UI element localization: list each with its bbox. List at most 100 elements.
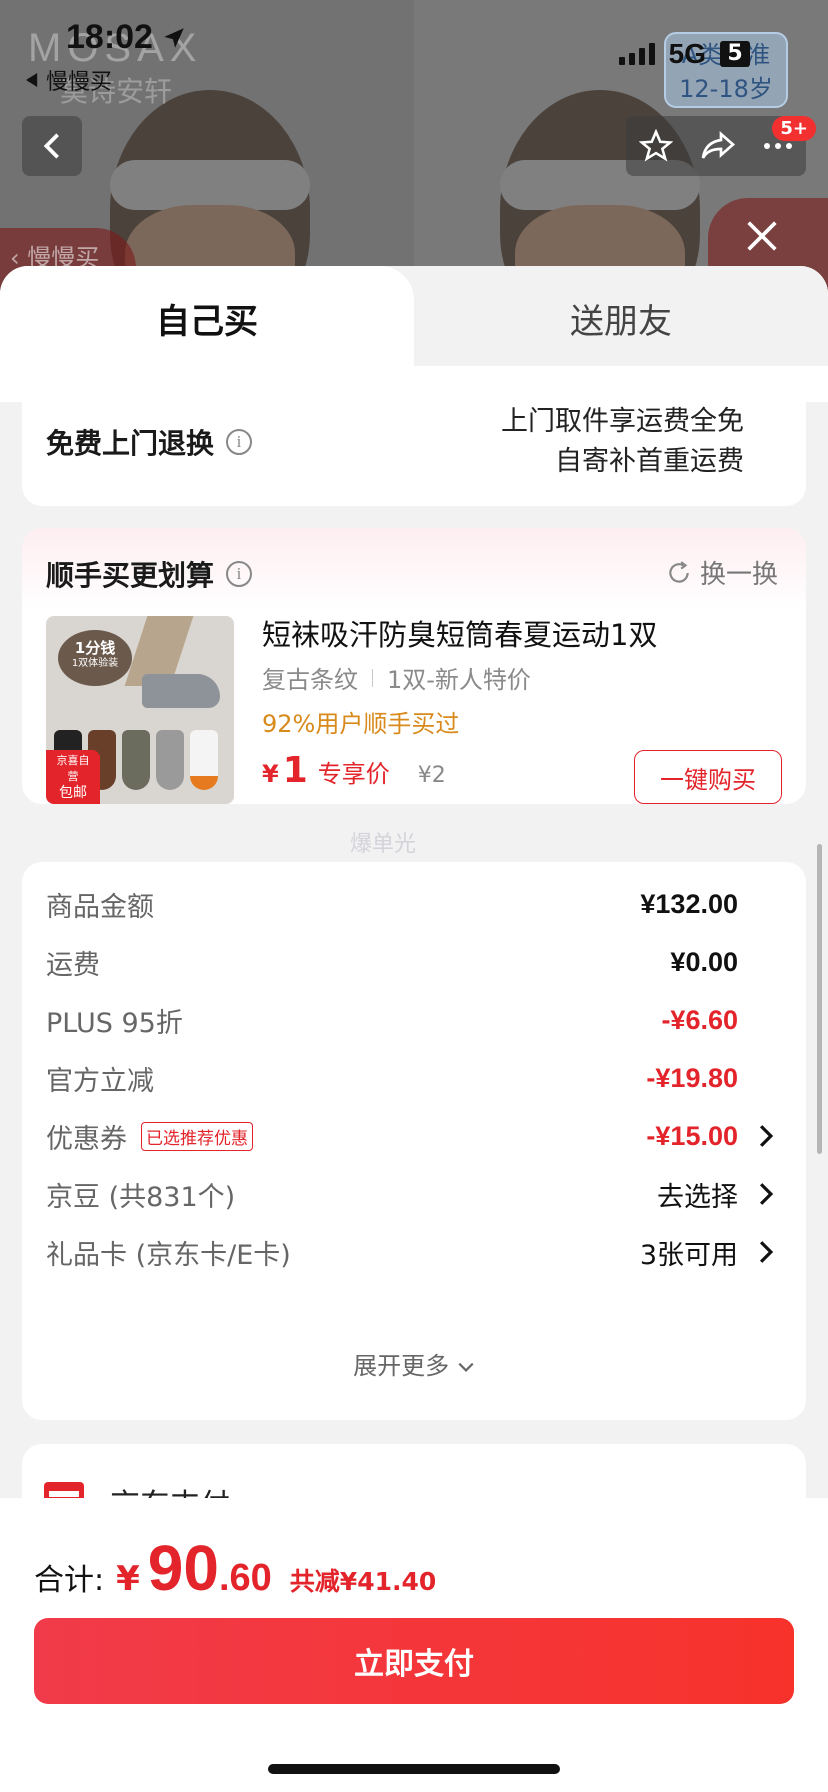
return-to-app-label: 慢慢买 <box>46 70 113 95</box>
addon-title-text: 顺手买更划算 <box>46 559 215 592</box>
order-total: 合计: ¥ 90 .60 共减¥41.40 <box>34 1532 437 1604</box>
one-click-buy-button[interactable]: 一键购买 <box>634 750 782 804</box>
network-type: 5G <box>668 38 706 69</box>
giftcard-label: 礼品卡 (京东卡/E卡) <box>46 1239 291 1271</box>
tab-self-buy[interactable]: 自己买 <box>0 294 414 343</box>
coupon-value: -¥15.00 <box>646 1120 738 1151</box>
image-sock <box>142 674 220 708</box>
watermark: 爆单光 <box>350 832 417 857</box>
share-icon[interactable] <box>700 130 736 162</box>
cost-row-coupon[interactable]: 优惠券 已选推荐优惠 -¥15.00 <box>46 1116 778 1156</box>
cart-count-badge: 5+ <box>772 116 816 141</box>
signal-icon <box>618 43 655 65</box>
info-icon[interactable]: i <box>226 429 253 455</box>
cost-row-goods: 商品金额 ¥132.00 <box>46 884 778 924</box>
status-time-text: 18:02 <box>66 18 153 56</box>
addon-product-name[interactable]: 短袜吸汗防臭短筒春夏运动1双 <box>262 612 657 654</box>
plus-discount-label: PLUS 95折 <box>46 1007 183 1039</box>
return-to-app[interactable]: 慢慢买 <box>26 64 112 96</box>
chevron-right-icon <box>759 1183 774 1205</box>
close-sheet-button[interactable] <box>742 216 782 256</box>
coupon-value-group: -¥15.00 <box>646 1121 778 1152</box>
cost-breakdown-card: 商品金额 ¥132.00 运费 ¥0.00 PLUS 95折 -¥6.60 官方… <box>22 862 806 1420</box>
official-discount-value: -¥19.80 <box>646 1062 738 1093</box>
addon-spec-style: 复古条纹 <box>262 666 358 694</box>
plus-discount-value: -¥6.60 <box>661 1004 738 1035</box>
official-discount-label: 官方立减 <box>46 1065 154 1097</box>
more-icon[interactable] <box>763 142 793 150</box>
addon-price: ¥ 1 专享价 ¥2 <box>262 750 446 791</box>
cost-row-official: 官方立减 -¥19.80 <box>46 1058 778 1098</box>
tab-send-friend[interactable]: 送朋友 <box>414 294 828 343</box>
addon-product-spec: 复古条纹 1双-新人特价 <box>262 660 531 695</box>
return-service-card[interactable]: 免费上门退换 i 上门取件享运费全免 自寄补首重运费 <box>22 402 806 506</box>
chevron-left-icon <box>43 133 59 159</box>
image-tag-line2: 包邮 <box>59 785 87 801</box>
cost-row-shipping: 运费 ¥0.00 <box>46 942 778 982</box>
expand-more-label: 展开更多 <box>353 1352 450 1380</box>
back-button[interactable] <box>22 116 82 176</box>
chevron-right-icon <box>759 1125 774 1147</box>
image-tag-line1: 京喜自营 <box>56 754 90 783</box>
image-badge-line1: 1分钱 <box>74 639 116 657</box>
image-badge: 1分钱 1双体验装 <box>58 630 132 686</box>
status-time: 18:02 <box>66 18 187 57</box>
cost-row-giftcard[interactable]: 礼品卡 (京东卡/E卡) 3张可用 <box>46 1232 778 1272</box>
price-label: 专享价 <box>317 760 390 788</box>
image-tag: 京喜自营 包邮 <box>46 750 100 804</box>
swap-label: 换一换 <box>699 560 778 590</box>
total-decimal: .60 <box>218 1557 272 1599</box>
shipping-value: ¥0.00 <box>670 946 738 977</box>
battery-icon: 5 <box>720 41 750 67</box>
return-service-title-text: 免费上门退换 <box>46 427 215 460</box>
price-value: 1 <box>282 750 308 791</box>
checkout-bottom-bar: 合计: ¥ 90 .60 共减¥41.40 立即支付 <box>0 1498 828 1792</box>
close-icon <box>747 221 777 251</box>
goods-amount-value: ¥132.00 <box>640 888 738 919</box>
scrollbar[interactable] <box>817 844 822 1154</box>
addon-buy-rate: 92%用户顺手买过 <box>262 710 460 738</box>
location-arrow-icon <box>164 27 184 48</box>
total-saved: 共减¥41.40 <box>289 1567 437 1596</box>
jingdou-label: 京豆 (共831个) <box>46 1181 236 1213</box>
purchase-tabs: 自己买 送朋友 <box>0 266 828 402</box>
return-service-line2: 自寄补首重运费 <box>555 446 744 477</box>
original-price: ¥2 <box>417 763 446 788</box>
giftcard-value: 3张可用 <box>639 1239 738 1271</box>
status-indicators: 5G 5 <box>618 38 750 70</box>
jingdou-value: 去选择 <box>657 1181 738 1213</box>
star-icon[interactable] <box>639 129 674 163</box>
giftcard-value-group: 3张可用 <box>640 1233 778 1272</box>
shipping-label: 运费 <box>46 949 100 981</box>
addon-product-image[interactable]: 1分钱 1双体验装 京喜自营 包邮 <box>46 616 234 804</box>
return-service-title: 免费上门退换 i <box>46 422 253 462</box>
addon-title: 顺手买更划算 i <box>46 554 253 594</box>
divider <box>372 668 373 687</box>
coupon-selected-pill: 已选推荐优惠 <box>141 1121 253 1151</box>
addon-recommendation-card: 顺手买更划算 i 换一换 1分钱 1双体验装 京喜自营 包邮 短袜吸汗防臭短筒春… <box>22 528 806 804</box>
image-badge-line2: 1双体验装 <box>71 658 119 669</box>
return-service-line1: 上门取件享运费全免 <box>501 406 744 437</box>
info-icon[interactable]: i <box>226 561 253 587</box>
standard-badge-line2: 12-18岁 <box>679 75 773 103</box>
total-integer: 90 <box>147 1532 219 1604</box>
chevron-down-icon <box>458 1362 474 1372</box>
pay-now-button[interactable]: 立即支付 <box>34 1618 794 1704</box>
total-label: 合计: <box>34 1563 105 1598</box>
price-currency: ¥ <box>262 760 279 788</box>
cost-row-plus: PLUS 95折 -¥6.60 <box>46 1000 778 1040</box>
back-triangle-icon <box>26 73 38 87</box>
goods-amount-label: 商品金额 <box>46 891 154 923</box>
return-service-desc: 上门取件享运费全免 自寄补首重运费 <box>501 402 744 482</box>
cost-row-jingdou[interactable]: 京豆 (共831个) 去选择 <box>46 1174 778 1214</box>
chevron-right-icon <box>759 1241 774 1263</box>
addon-spec-variant: 1双-新人特价 <box>387 666 531 694</box>
swap-button[interactable]: 换一换 <box>666 554 778 591</box>
tab-base-curve <box>414 366 828 402</box>
home-indicator[interactable] <box>268 1764 560 1774</box>
expand-more-button[interactable]: 展开更多 <box>22 1346 806 1381</box>
refresh-icon <box>669 560 689 583</box>
jingdou-value-group: 去选择 <box>657 1175 778 1214</box>
coupon-label: 优惠券 <box>46 1123 127 1155</box>
coupon-label-group: 优惠券 已选推荐优惠 <box>46 1117 253 1156</box>
